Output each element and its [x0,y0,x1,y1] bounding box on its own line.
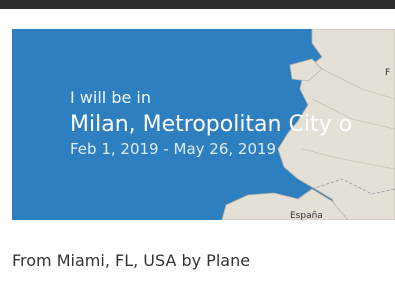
map-banner: España F I will be in Milan, Metropolita… [12,29,395,220]
trip-dates: Feb 1, 2019 - May 26, 2019 [70,140,277,158]
destination-city: Milan, Metropolitan City o [70,112,353,137]
intro-text: I will be in [70,88,151,107]
map-label-france: F [385,68,391,78]
trip-origin: From Miami, FL, USA by Plane [12,251,251,270]
map-label-spain: España [290,211,323,220]
trip-overlay: I will be in Milan, Metropolitan City o … [70,88,395,159]
